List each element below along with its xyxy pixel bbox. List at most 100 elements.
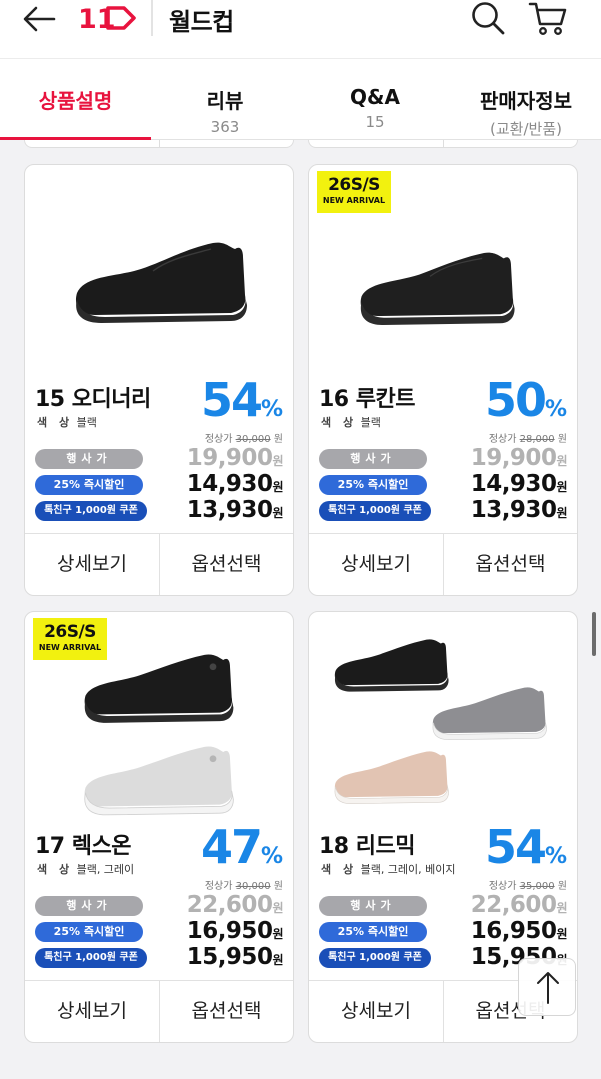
search-button[interactable] [468, 0, 508, 38]
product-grid: 15 오디너리 색 상 블랙 54% 정상가 30,000 원 행사가 19,9… [0, 140, 601, 1079]
badge-season: 26S/S [328, 175, 380, 195]
product-image [84, 654, 234, 723]
event-price: 19,900원 [186, 445, 284, 471]
price-value: 14,930 [470, 471, 557, 497]
header-divider [151, 0, 153, 36]
option-select-button[interactable]: 옵션선택 [443, 534, 577, 595]
color-label: 색 상 [37, 863, 74, 876]
color-label: 색 상 [321, 416, 358, 429]
discount-percent: % [544, 397, 567, 422]
won-unit: 원 [272, 901, 283, 915]
discount-number: 54 [200, 373, 263, 427]
coupon-pill: 톡친구 1,000원 쿠폰 [319, 948, 431, 968]
app-header: 11 월드컵 [0, 0, 601, 58]
product-colors: 색 상 블랙 [37, 414, 97, 430]
product-card[interactable]: 15 오디너리 색 상 블랙 54% 정상가 30,000 원 행사가 19,9… [24, 164, 294, 596]
price-value: 16,950 [186, 918, 273, 944]
price-value: 15,950 [186, 944, 273, 970]
scrollbar-thumb[interactable] [592, 612, 596, 656]
scroll-to-top-button[interactable] [518, 958, 576, 1016]
won-unit: 원 [273, 434, 283, 445]
original-price: 정상가 30,000 원 [205, 877, 283, 892]
won-unit: 원 [272, 927, 283, 941]
option-select-button[interactable]: 옵션선택 [159, 981, 293, 1042]
product-image [75, 242, 247, 323]
original-price: 정상가 28,000 원 [489, 430, 567, 445]
product-card[interactable]: 26S/S NEW ARRIVAL 16 루칸트 색 상 블랙 50% 정상가 … [308, 164, 578, 596]
11st-logo[interactable]: 11 [78, 2, 138, 35]
price-value: 19,900 [186, 445, 273, 471]
price-value: 13,930 [186, 497, 273, 523]
won-unit: 원 [556, 901, 567, 915]
detail-button[interactable]: 상세보기 [25, 981, 159, 1042]
discount-percent: % [260, 397, 283, 422]
product-colors: 색 상 블랙, 그레이 [37, 861, 134, 877]
discount-rate: 47% [201, 820, 283, 874]
back-arrow-icon [23, 6, 56, 32]
product-tabs: 상품설명 리뷰 363 Q&A 15 판매자정보 (교환/반품) [0, 58, 601, 140]
discount-percent: % [544, 844, 567, 869]
option-select-button[interactable]: 옵션선택 [159, 534, 293, 595]
tab-label: 상품설명 [38, 89, 113, 113]
cart-icon [528, 2, 567, 35]
back-button[interactable] [20, 4, 60, 34]
orig-price-value: 35,000 [519, 881, 555, 892]
orig-price-value: 30,000 [235, 434, 271, 445]
product-image [84, 746, 234, 816]
product-name: 16 루칸트 [319, 387, 416, 412]
coupon-price: 13,930원 [471, 497, 568, 523]
color-values: 블랙 [76, 416, 97, 429]
tab-label: 판매자정보 [480, 89, 572, 113]
arrow-up-icon [537, 972, 559, 1004]
event-price: 22,600원 [470, 892, 568, 918]
event-price-pill: 행사가 [35, 449, 143, 469]
instant-discount-pill: 25% 즉시할인 [35, 922, 143, 942]
price-value: 22,600 [186, 892, 273, 918]
discount-number: 54 [484, 820, 547, 874]
orig-price-value: 30,000 [235, 881, 271, 892]
orig-price-value: 28,000 [519, 434, 555, 445]
tab-label: Q&A [350, 85, 400, 109]
coupon-pill: 톡친구 1,000원 쿠폰 [35, 501, 147, 521]
card-actions: 상세보기 옵션선택 [309, 533, 577, 595]
coupon-price: 15,950원 [186, 944, 284, 970]
discount-number: 47 [200, 820, 263, 874]
product-image [334, 751, 449, 804]
discount-number: 50 [484, 373, 547, 427]
tab-qna[interactable]: Q&A 15 [325, 85, 425, 131]
detail-button[interactable]: 상세보기 [309, 534, 443, 595]
price-value: 19,900 [470, 445, 557, 471]
product-name: 17 렉스온 [35, 834, 132, 859]
discount-percent: % [260, 844, 283, 869]
event-price: 19,900원 [470, 445, 568, 471]
price-value: 22,600 [470, 892, 557, 918]
product-name: 18 리드믹 [319, 834, 416, 859]
event-price: 22,600원 [186, 892, 284, 918]
won-unit: 원 [556, 927, 567, 941]
product-card[interactable]: 26S/S NEW ARRIVAL 17 렉스온 색 상 블랙, 그레이 47%… [24, 611, 294, 1043]
tab-seller-info[interactable]: 판매자정보 (교환/반품) [470, 85, 582, 139]
product-image [360, 252, 515, 325]
previous-card-bottom [24, 140, 294, 148]
instant-discount-pill: 25% 즉시할인 [319, 475, 427, 495]
badge-season: 26S/S [44, 622, 96, 642]
tab-description[interactable]: 상품설명 [18, 85, 133, 114]
cart-button[interactable] [527, 0, 569, 38]
original-price: 정상가 30,000 원 [205, 430, 283, 445]
color-label: 색 상 [321, 863, 358, 876]
event-price-pill: 행사가 [319, 896, 427, 916]
detail-button[interactable]: 상세보기 [309, 981, 443, 1042]
detail-button[interactable]: 상세보기 [25, 534, 159, 595]
color-label: 색 상 [37, 416, 74, 429]
card-actions: 상세보기 옵션선택 [25, 980, 293, 1042]
tab-reviews[interactable]: 리뷰 363 [175, 85, 275, 136]
won-unit: 원 [273, 881, 283, 892]
color-values: 블랙, 그레이, 베이지 [360, 863, 456, 876]
event-price-pill: 행사가 [35, 896, 143, 916]
discount-rate: 50% [485, 373, 567, 427]
won-unit: 원 [556, 506, 567, 520]
color-values: 블랙 [360, 416, 381, 429]
original-price: 정상가 35,000 원 [489, 877, 567, 892]
search-icon [472, 2, 505, 35]
event-price-pill: 행사가 [319, 449, 427, 469]
